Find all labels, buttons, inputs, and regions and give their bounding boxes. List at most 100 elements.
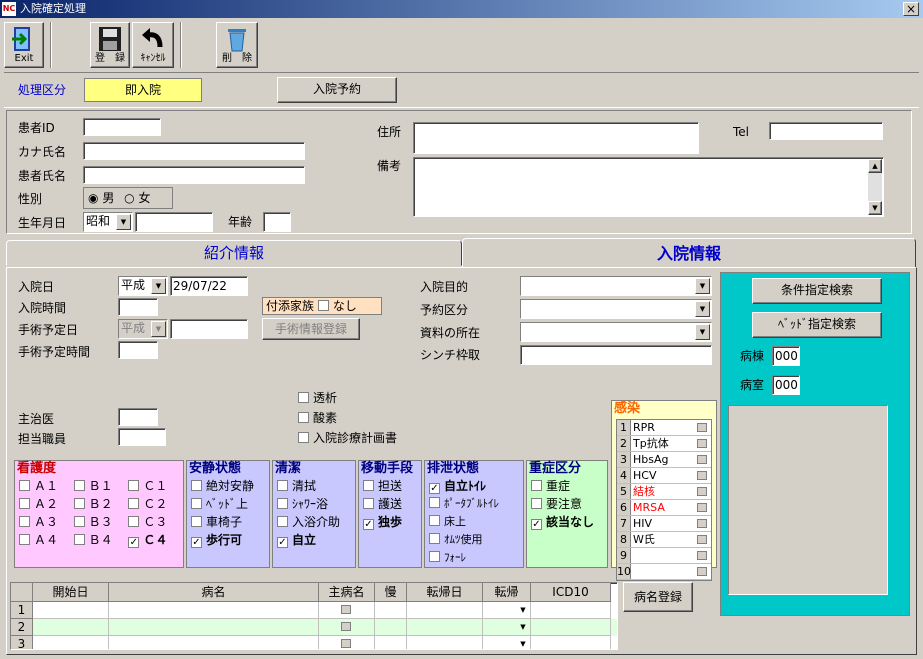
attendant-checkbox[interactable] — [317, 300, 329, 311]
exit-button[interactable]: Exit — [4, 22, 44, 68]
nursing-checkbox[interactable] — [73, 516, 85, 527]
clean-checkbox[interactable] — [277, 480, 288, 491]
nursing-checkbox[interactable] — [19, 534, 30, 545]
grid-cell[interactable] — [531, 619, 611, 636]
grid-cell[interactable]: ▼ — [483, 636, 531, 649]
nursing-checkbox[interactable] — [73, 498, 85, 509]
grid-cell[interactable] — [531, 636, 611, 649]
infection-check-icon[interactable] — [697, 423, 707, 432]
note-scrollbar[interactable]: ▲ ▼ — [868, 159, 882, 215]
scroll-down-icon[interactable]: ▼ — [868, 201, 882, 215]
grid-cell[interactable] — [109, 602, 319, 619]
grid-cell[interactable] — [33, 602, 109, 619]
infection-row[interactable]: 5 結核 — [617, 484, 711, 500]
infection-row[interactable]: 7 HIV — [617, 516, 711, 532]
nursing-checkbox[interactable]: ✓ — [128, 537, 140, 548]
main-disease-check-icon[interactable] — [341, 622, 351, 631]
excretion-checkbox[interactable]: ✓ — [429, 483, 440, 494]
tab-referral[interactable]: 紹介情報 — [6, 240, 462, 266]
infection-row[interactable]: 10 — [617, 564, 711, 580]
grid-cell[interactable] — [33, 619, 109, 636]
move-checkbox[interactable]: ✓ — [363, 519, 374, 530]
category-field[interactable]: 即入院 — [84, 78, 202, 102]
note-textarea[interactable] — [413, 157, 884, 217]
bed-search-button[interactable]: ﾍﾞｯﾄﾞ指定検索 — [752, 312, 882, 338]
condition-search-button[interactable]: 条件指定検索 — [752, 278, 882, 304]
birth-date-input[interactable] — [135, 212, 213, 232]
grid-cell[interactable] — [407, 619, 483, 636]
nursing-checkbox[interactable] — [128, 480, 140, 491]
infection-row[interactable]: 2 Tp抗体 — [617, 436, 711, 452]
female-radio-icon[interactable]: ○ — [124, 191, 134, 205]
grid-cell[interactable] — [375, 602, 407, 619]
infection-row[interactable]: 9 — [617, 548, 711, 564]
infection-check-icon[interactable] — [697, 535, 707, 544]
grid-cell[interactable] — [33, 636, 109, 649]
infection-check-icon[interactable] — [697, 503, 707, 512]
save-button[interactable]: 登 録 — [90, 22, 130, 68]
grid-cell[interactable] — [319, 636, 375, 649]
male-radio-icon[interactable]: ◉ — [88, 191, 98, 205]
cancel-button[interactable]: ｷｬﾝｾﾙ — [132, 22, 174, 68]
tel-input[interactable] — [769, 122, 883, 140]
infection-check-icon[interactable] — [697, 487, 707, 496]
infection-row[interactable]: 3 HbsAg — [617, 452, 711, 468]
grid-cell[interactable] — [407, 602, 483, 619]
main-disease-check-icon[interactable] — [341, 605, 351, 614]
infection-check-icon[interactable] — [697, 471, 707, 480]
severity-checkbox[interactable] — [531, 480, 542, 491]
admission-date-input[interactable]: 29/07/22 — [170, 276, 248, 296]
rest-checkbox[interactable] — [191, 480, 202, 491]
nursing-checkbox[interactable] — [19, 498, 30, 509]
excretion-checkbox[interactable] — [429, 515, 440, 526]
grid-cell[interactable] — [531, 602, 611, 619]
grid-cell[interactable]: ▼ — [483, 619, 531, 636]
surgery-info-button[interactable]: 手術情報登録 — [262, 318, 360, 340]
severity-checkbox[interactable]: ✓ — [531, 519, 542, 530]
excretion-checkbox[interactable] — [429, 497, 440, 508]
admission-time-input[interactable] — [118, 298, 158, 316]
surgery-era-select[interactable]: 平成 ▼ — [118, 319, 168, 339]
patient-id-input[interactable] — [83, 118, 161, 136]
clean-checkbox[interactable]: ✓ — [277, 537, 288, 548]
main-disease-check-icon[interactable] — [341, 639, 351, 648]
surgery-time-input[interactable] — [118, 341, 158, 359]
age-input[interactable] — [263, 212, 291, 232]
scinti-input[interactable] — [520, 345, 712, 365]
doctor-input[interactable] — [118, 408, 158, 426]
chevron-down-icon[interactable]: ▼ — [517, 620, 529, 634]
disease-register-button[interactable]: 病名登録 — [623, 582, 693, 612]
grid-cell[interactable] — [109, 636, 319, 649]
close-button[interactable]: × — [903, 2, 919, 16]
infection-row[interactable]: 8 W氏 — [617, 532, 711, 548]
nursing-checkbox[interactable] — [73, 480, 85, 491]
grid-cell[interactable]: ▼ — [483, 602, 531, 619]
rest-checkbox[interactable]: ✓ — [191, 537, 202, 548]
infection-check-icon[interactable] — [697, 455, 707, 464]
table-row[interactable]: 3 ▼ — [11, 636, 617, 649]
nursing-checkbox[interactable] — [73, 534, 85, 545]
severity-checkbox[interactable] — [531, 498, 542, 509]
kana-input[interactable] — [83, 142, 305, 160]
birth-era-select[interactable]: 昭和 ▼ — [83, 212, 133, 232]
surgery-date-input[interactable] — [170, 319, 248, 339]
infection-check-icon[interactable] — [697, 567, 707, 576]
scroll-up-icon[interactable]: ▲ — [868, 159, 882, 173]
ward-input[interactable]: 000 — [772, 346, 800, 366]
infection-row[interactable]: 6 MRSA — [617, 500, 711, 516]
infection-check-icon[interactable] — [697, 519, 707, 528]
rest-checkbox[interactable] — [191, 516, 202, 527]
infection-check-icon[interactable] — [697, 551, 707, 560]
reserve-type-select[interactable]: ▼ — [520, 299, 712, 319]
grid-cell[interactable] — [375, 636, 407, 649]
room-input[interactable]: 000 — [772, 375, 800, 395]
plan-checkbox[interactable] — [298, 432, 309, 443]
table-row[interactable]: 2 ▼ — [11, 619, 617, 636]
dialysis-checkbox[interactable] — [298, 392, 309, 403]
record-location-select[interactable]: ▼ — [520, 322, 712, 342]
disease-grid[interactable]: 開始日 病名 主病名慢転帰日 転帰 ICD10 1 ▼ 2 ▼ 3 ▼ — [10, 582, 618, 650]
grid-cell[interactable] — [375, 619, 407, 636]
nursing-checkbox[interactable] — [19, 516, 30, 527]
oxygen-checkbox[interactable] — [298, 412, 309, 423]
chevron-down-icon[interactable]: ▼ — [517, 637, 529, 649]
